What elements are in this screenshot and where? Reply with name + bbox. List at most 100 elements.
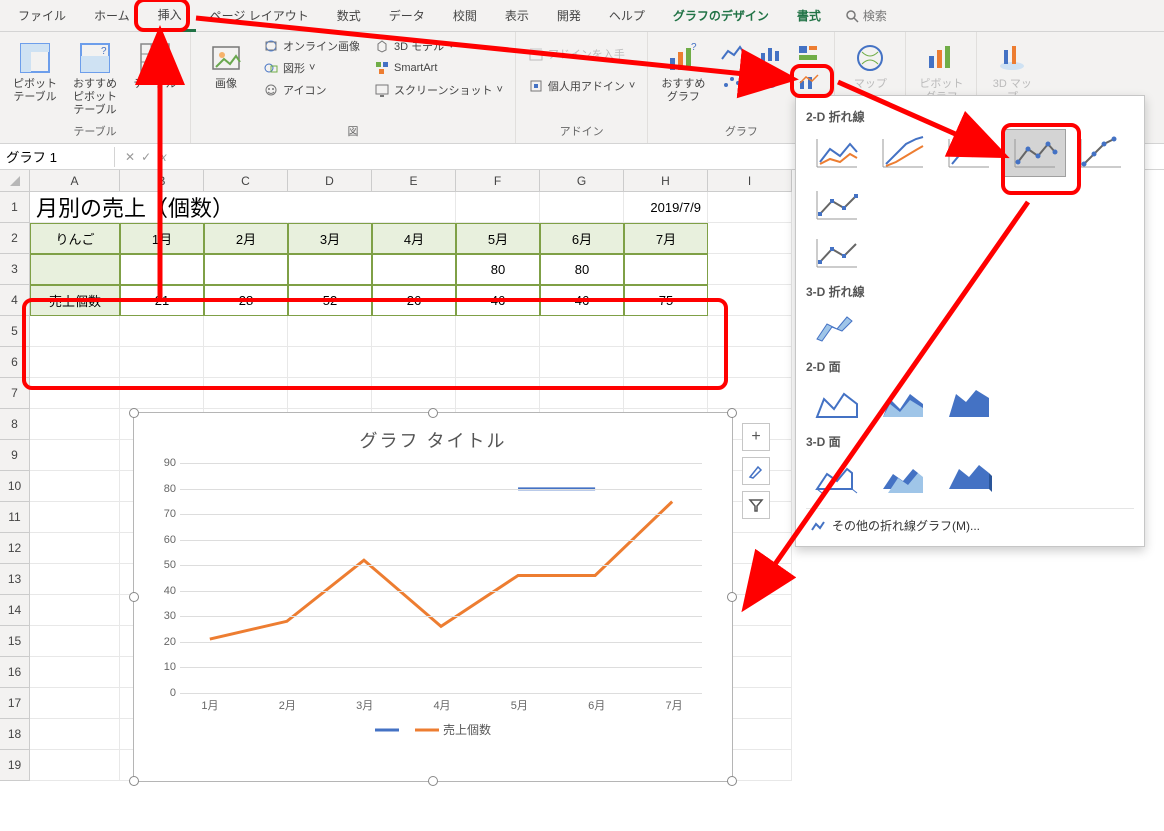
row-header[interactable]: 12 (0, 533, 30, 564)
3d-area-thumb-1[interactable] (806, 454, 868, 502)
column-header[interactable]: H (624, 170, 708, 192)
cell[interactable] (30, 533, 120, 564)
column-header[interactable]: F (456, 170, 540, 192)
insert-line-chart-button[interactable] (716, 40, 750, 66)
cell[interactable] (30, 750, 120, 781)
row-header[interactable]: 14 (0, 595, 30, 626)
line-chart-thumb-3[interactable] (938, 129, 1000, 177)
smartart-button[interactable]: SmartArt (370, 58, 507, 78)
cell[interactable] (624, 316, 708, 347)
cell[interactable] (288, 316, 372, 347)
3d-area-thumb-2[interactable] (872, 454, 934, 502)
cell[interactable] (30, 316, 120, 347)
cell[interactable] (288, 347, 372, 378)
ribbon-tab-4[interactable]: 数式 (323, 1, 375, 30)
cell[interactable]: 46 (540, 285, 624, 316)
cell[interactable] (372, 192, 456, 223)
cell[interactable] (540, 378, 624, 409)
cell[interactable] (456, 347, 540, 378)
cell[interactable] (30, 657, 120, 688)
recommended-charts-button[interactable]: ? おすすめ グラフ (656, 36, 710, 108)
cell[interactable] (30, 347, 120, 378)
ribbon-tab-1[interactable]: ホーム (80, 1, 144, 30)
cell[interactable] (708, 285, 792, 316)
cell[interactable] (30, 409, 120, 440)
cell[interactable] (372, 254, 456, 285)
cell[interactable] (30, 471, 120, 502)
line-chart-thumb-1[interactable] (806, 129, 868, 177)
row-header[interactable]: 7 (0, 378, 30, 409)
ribbon-tab-0[interactable]: ファイル (4, 1, 80, 30)
insert-column-chart-button[interactable] (754, 40, 788, 66)
shapes-button[interactable]: 図形 ˅ (259, 58, 364, 78)
cell[interactable] (708, 316, 792, 347)
cell[interactable] (120, 347, 204, 378)
cell[interactable] (30, 688, 120, 719)
cell[interactable] (540, 316, 624, 347)
ribbon-tab-5[interactable]: データ (375, 1, 439, 30)
row-header[interactable]: 16 (0, 657, 30, 688)
cell[interactable]: 75 (624, 285, 708, 316)
icons-button[interactable]: アイコン (259, 80, 364, 100)
row-header[interactable]: 4 (0, 285, 30, 316)
cell[interactable] (120, 192, 204, 223)
column-header[interactable]: E (372, 170, 456, 192)
cell[interactable] (120, 316, 204, 347)
cell[interactable] (204, 378, 288, 409)
cell[interactable] (708, 347, 792, 378)
ribbon-tab-11[interactable]: 書式 (783, 1, 835, 30)
row-header[interactable]: 19 (0, 750, 30, 781)
cell[interactable] (708, 378, 792, 409)
cell[interactable]: 1月 (120, 223, 204, 254)
3d-model-button[interactable]: 3D モデル ˅ (370, 36, 507, 56)
column-header[interactable]: A (30, 170, 120, 192)
line-chart-thumb-2[interactable] (872, 129, 934, 177)
row-header[interactable]: 1 (0, 192, 30, 223)
recommended-pivot-button[interactable]: ? おすすめ ピボットテーブル (68, 36, 122, 122)
cell[interactable] (456, 192, 540, 223)
cell[interactable] (708, 254, 792, 285)
cell[interactable] (204, 192, 288, 223)
row-header[interactable]: 5 (0, 316, 30, 347)
cell[interactable]: 2月 (204, 223, 288, 254)
chart-legend[interactable]: 売上個数 (134, 721, 732, 738)
cell[interactable] (204, 254, 288, 285)
cell[interactable]: 3月 (288, 223, 372, 254)
online-pictures-button[interactable]: オンライン画像 (259, 36, 364, 56)
insert-pie-chart-button[interactable] (754, 68, 788, 94)
row-header[interactable]: 8 (0, 409, 30, 440)
row-header[interactable]: 17 (0, 688, 30, 719)
area-thumb-1[interactable] (806, 379, 868, 427)
3d-area-thumb-3[interactable] (938, 454, 1000, 502)
3d-line-thumb[interactable] (806, 304, 868, 352)
cell[interactable] (30, 719, 120, 750)
column-header[interactable]: D (288, 170, 372, 192)
cell[interactable] (708, 192, 792, 223)
ribbon-tab-7[interactable]: 表示 (491, 1, 543, 30)
cell[interactable]: 28 (204, 285, 288, 316)
cell[interactable] (456, 378, 540, 409)
pivot-table-button[interactable]: ピボット テーブル (8, 36, 62, 108)
cell[interactable] (456, 316, 540, 347)
chart-elements-button[interactable]: + (742, 423, 770, 451)
table-button[interactable]: テーブル (128, 36, 182, 95)
cell[interactable] (204, 316, 288, 347)
insert-hierarchy-chart-button[interactable] (792, 40, 826, 66)
chart-plot-area[interactable]: 01020304050607080901月2月3月4月5月6月7月 (180, 463, 702, 693)
cell[interactable]: 80 (456, 254, 540, 285)
cell[interactable] (30, 626, 120, 657)
row-header[interactable]: 6 (0, 347, 30, 378)
cell[interactable]: 5月 (456, 223, 540, 254)
cell[interactable] (204, 347, 288, 378)
more-line-charts-link[interactable]: その他の折れ線グラフ(M)... (806, 508, 1134, 542)
chart-title[interactable]: グラフ タイトル (134, 427, 732, 453)
line-chart-markers-thumb[interactable] (1004, 129, 1066, 177)
row-header[interactable]: 11 (0, 502, 30, 533)
ribbon-tab-10[interactable]: グラフのデザイン (659, 1, 783, 30)
insert-combo-chart-button[interactable] (792, 68, 826, 94)
ribbon-tab-6[interactable]: 校閲 (439, 1, 491, 30)
cell[interactable] (372, 347, 456, 378)
ribbon-tab-2[interactable]: 挿入 (144, 0, 196, 32)
search-box[interactable]: 検索 (845, 7, 887, 24)
line-chart-thumb-7[interactable] (806, 229, 868, 277)
